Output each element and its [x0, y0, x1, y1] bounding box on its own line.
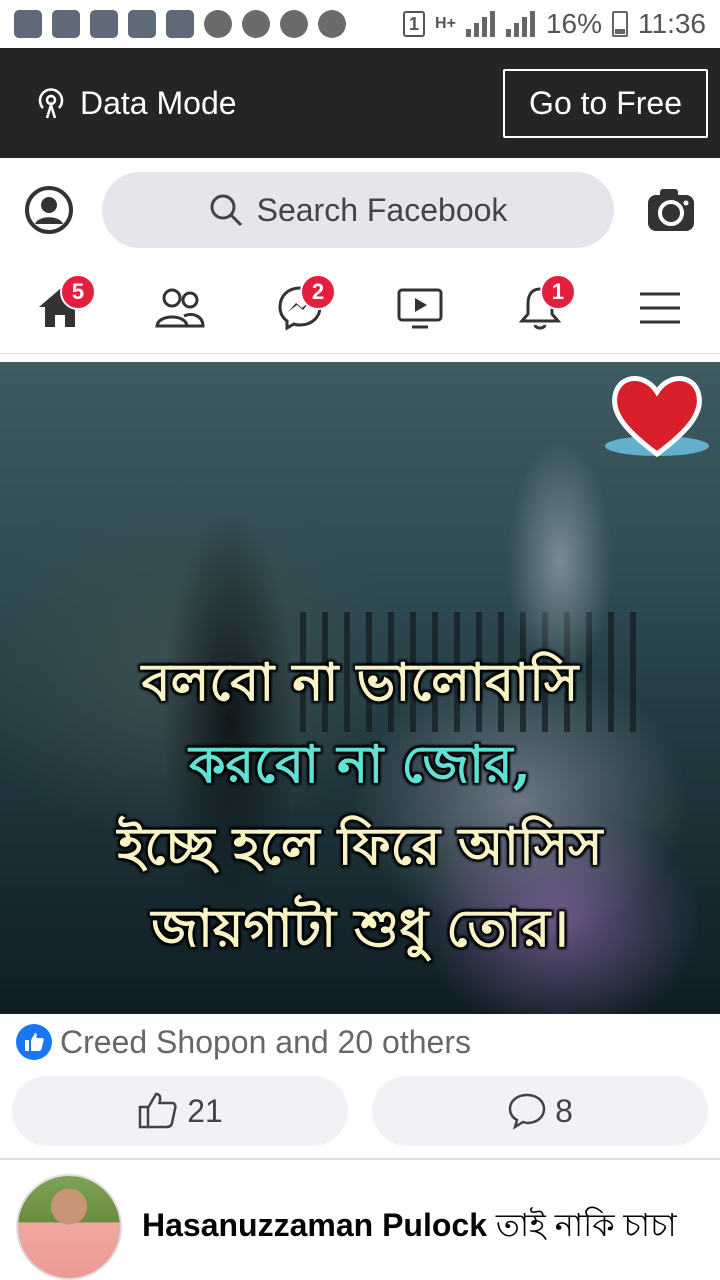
- battery-percent: 16%: [545, 8, 602, 39]
- heart-logo-icon: [605, 376, 709, 458]
- uc-browser-icon: [242, 10, 270, 38]
- tab-watch[interactable]: [380, 268, 460, 348]
- data-mode-bar: Data Mode Go to Free: [0, 48, 720, 158]
- like-count: 21: [187, 1092, 223, 1129]
- uc-browser-icon-2: [280, 10, 308, 38]
- search-row: Search Facebook: [0, 158, 720, 262]
- comment-button[interactable]: 8: [372, 1076, 708, 1146]
- comment-icon: [508, 1093, 546, 1130]
- comment-item: Hasanuzzaman Pulock তাই নাকি চাচা: [16, 1174, 720, 1280]
- status-bar: 1 H+ 16% 11:36: [0, 0, 720, 48]
- home-badge: 5: [60, 273, 96, 310]
- book-app-icon-2: [128, 10, 156, 38]
- poem-text: বলবো না ভালোবাসি করবো না জোর, ইচ্ছে হলে …: [0, 642, 720, 970]
- signal-icon-2: [505, 11, 536, 37]
- main-nav: 5 2 1: [0, 262, 720, 354]
- comment-body: Hasanuzzaman Pulock তাই নাকি চাচা: [142, 1200, 677, 1254]
- clock: 11:36: [638, 8, 706, 39]
- section-divider: [0, 1158, 720, 1160]
- avatar[interactable]: [16, 1174, 122, 1280]
- comment-author[interactable]: Hasanuzzaman Pulock: [142, 1207, 487, 1243]
- signal-icon: [465, 11, 496, 37]
- thumbs-up-icon: [138, 1092, 177, 1129]
- comment-count: 8: [555, 1092, 573, 1129]
- poem-line-1: বলবো না ভালোবাসি: [141, 652, 579, 713]
- video-icon: [397, 288, 443, 328]
- messenger-badge: 2: [300, 273, 336, 310]
- network-type: H+: [435, 15, 456, 32]
- viber-icon: [166, 10, 194, 38]
- wifi-hotspot-icon: [204, 10, 232, 38]
- search-placeholder: Search Facebook: [256, 191, 508, 228]
- like-reaction-icon: [16, 1024, 52, 1060]
- gallery-icon: [90, 10, 118, 38]
- menu-icon: [640, 292, 680, 323]
- book-app-icon: [14, 10, 42, 38]
- tab-messenger[interactable]: 2: [260, 268, 340, 348]
- data-mode-indicator: Data Mode: [34, 85, 237, 122]
- battery-icon: [612, 11, 628, 37]
- tab-menu[interactable]: [620, 268, 700, 348]
- profile-icon[interactable]: [24, 185, 74, 235]
- notification-icons: [14, 10, 346, 38]
- search-input[interactable]: Search Facebook: [102, 172, 614, 248]
- poem-line-2: করবো না জোর,: [189, 734, 531, 795]
- post-image[interactable]: বলবো না ভালোবাসি করবো না জোর, ইচ্ছে হলে …: [0, 362, 720, 1014]
- search-icon: [210, 194, 242, 227]
- tab-notifications[interactable]: 1: [500, 268, 580, 348]
- like-button[interactable]: 21: [12, 1076, 348, 1146]
- sim-indicator: 1: [403, 11, 426, 37]
- data-mode-label: Data Mode: [80, 84, 237, 121]
- broadcast-icon: [38, 88, 64, 119]
- chat-icon: [318, 10, 346, 38]
- post-actions: 21 8: [12, 1076, 708, 1146]
- notifications-badge: 1: [540, 273, 576, 310]
- tab-friends[interactable]: [140, 268, 220, 348]
- go-to-free-button[interactable]: Go to Free: [503, 68, 708, 138]
- reaction-summary[interactable]: Creed Shopon and 20 others: [16, 1020, 471, 1064]
- reaction-text: Creed Shopon and 20 others: [60, 1023, 471, 1060]
- poem-line-3: ইচ্ছে হলে ফিরে আসিস: [117, 816, 603, 877]
- friends-icon: [155, 288, 205, 327]
- camera-icon[interactable]: [646, 187, 696, 233]
- poem-line-4: জায়গাটা শুধু তোর।: [151, 898, 569, 959]
- comment-text: তাই নাকি চাচা: [495, 1207, 677, 1243]
- sd-card-icon: [52, 10, 80, 38]
- tab-home[interactable]: 5: [20, 268, 100, 348]
